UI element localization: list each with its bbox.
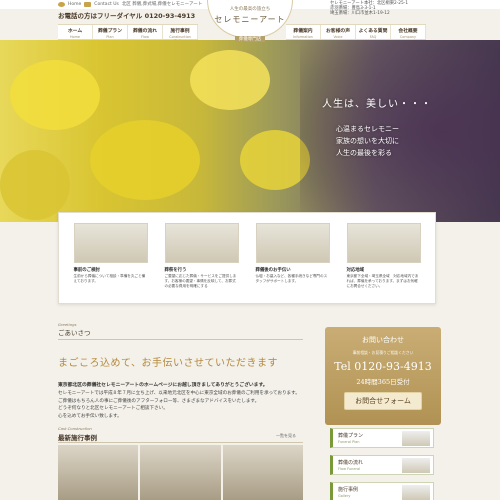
side-flow-button[interactable]: 葬儀の流れ Flow Funeral xyxy=(330,455,434,475)
nav-label: 葬儀プラン xyxy=(98,29,122,34)
greeting-line: 心を込めてお手伝い致します。 xyxy=(58,413,122,419)
feature-title: 事前のご検討 xyxy=(73,268,100,273)
altar-illustration xyxy=(164,223,239,263)
greeting-line: ご葬儀はもちろん人の事にご葬儀後のアフターフォロー等、さまざまなアドバイスをいた… xyxy=(58,398,260,404)
feature-card[interactable]: 葬儀後のお手伝い 仏壇・お墓入など、各種手続きなど専門のスタッフがサポートします… xyxy=(255,223,330,299)
flower-shape xyxy=(10,60,100,130)
side-plan-button[interactable]: 葬儀プラン Funeral Plan xyxy=(330,428,434,448)
nav-company[interactable]: 会社概要 Company xyxy=(391,25,426,39)
hero-shade xyxy=(300,40,500,222)
site-logo[interactable]: 人生の最高の旅立ち セレモニーアート 葬儀専門店 xyxy=(207,0,293,42)
greeting-section: Greetings ごあいさつ まごころ込めて、お手伝いさせていただきます 東京… xyxy=(58,322,318,420)
contact-box: お問い合わせ 事前相談・お見積りご相談ください Tel 0120-93-4913… xyxy=(325,327,441,425)
works-en: Cast Construction xyxy=(58,426,92,431)
free-dial: お電話の方はフリーダイヤル 0120-93-4913 xyxy=(58,10,195,20)
contact-tel[interactable]: Tel 0120-93-4913 xyxy=(325,360,441,373)
branch-list: セレモニーアート本社：北区桐東2-25-1 赤羽斎場：豊島3-3-1-1 埼玉斎… xyxy=(330,1,408,16)
service-features: 事前のご検討 生前から葬儀について相談・準備を丸ごと備えております。 葬祭を行う… xyxy=(58,212,436,304)
contact-hours: 24時間365日受付 xyxy=(356,378,410,386)
nav-plan[interactable]: 葬儀プラン Plan xyxy=(93,25,128,39)
nav-label: 会社概要 xyxy=(398,29,418,34)
hero-line: 人生の最後を彩る xyxy=(336,149,392,157)
nav-label: ホーム xyxy=(67,29,83,34)
works-more-link[interactable]: 一覧を見る xyxy=(276,433,296,439)
hero-line: 心温まるセレモニー xyxy=(336,125,399,133)
contact-form-button[interactable]: お問合せフォーム xyxy=(344,392,422,410)
staff-thumbnail xyxy=(402,458,430,473)
flower-shape xyxy=(90,120,200,200)
greeting-lead: まごころ込めて、お手伝いさせていただきます xyxy=(58,358,278,369)
nav-faq[interactable]: よくある質問 FAQ xyxy=(356,25,391,39)
tel-number[interactable]: 0120-93-4913 xyxy=(145,12,196,20)
main-nav-right: 葬儀案内 Information お客様の声 Voice よくある質問 FAQ 会社概… xyxy=(286,24,426,40)
nav-label: 葬儀の流れ xyxy=(133,29,157,34)
hero-banner: 人生は、美しい・・・ 心温まるセレモニー 家族の想いを大切に 人生の最後を彩る xyxy=(0,40,500,222)
feature-title: 対応地域 xyxy=(346,268,365,273)
feature-text: 仏壇・お墓入など、各種手続きなど専門のスタッフがサポートします。 xyxy=(255,274,328,283)
flowers-thumbnail xyxy=(402,431,430,446)
work-thumbnail[interactable] xyxy=(140,445,221,500)
feature-card[interactable]: 対応地域 東京都下全域・埼玉県全域 対応地域内であれば、葬儀を承っております。ま… xyxy=(346,223,421,299)
nav-sublabel: Home xyxy=(69,35,80,39)
nav-label: お客様の声 xyxy=(326,29,350,34)
main-nav-left: ホーム Home 葬儀プラン Plan 葬儀の流れ Flow 施行事例 Construc… xyxy=(58,24,198,43)
side-gallery-button[interactable]: 施行事例 Gallery xyxy=(330,482,434,500)
contact-title: お問い合わせ xyxy=(362,336,404,344)
feature-text: 東京都下全域・埼玉県全域 対応地域内であれば、葬儀を承っております。まずはお気軽… xyxy=(346,274,419,288)
works-gallery xyxy=(58,445,303,500)
feature-title: 葬儀後のお手伝い xyxy=(255,268,291,273)
work-thumbnail[interactable] xyxy=(58,445,139,500)
greeting-paragraph: セレモニーアートでは平成８年７月に立ち上げ、以来地元北区を中心に東京全域のお葬儀… xyxy=(58,390,318,420)
logo-name: セレモニーアート xyxy=(214,15,286,24)
work-thumbnail[interactable] xyxy=(222,445,303,500)
branch-item: 埼玉斎場：川口市並木1-19-12 xyxy=(330,11,390,16)
consultant-illustration xyxy=(73,223,148,263)
flower-shape xyxy=(0,150,70,220)
nav-sublabel: Company xyxy=(399,35,417,39)
greeting-line: どうぞ何なりと北区セレモニーアートご相談下さい。 xyxy=(58,406,168,411)
site-header: お電話の方はフリーダイヤル 0120-93-4913 セレモニーアート本社：北区… xyxy=(0,0,500,43)
tel-label: お電話の方はフリーダイヤル xyxy=(58,12,143,20)
nav-home[interactable]: ホーム Home xyxy=(58,25,93,39)
greeting-heading: ごあいさつ xyxy=(58,327,303,340)
hero-title: 人生は、美しい・・・ xyxy=(322,99,432,110)
nav-gallery[interactable]: 施行事例Construction Gallery xyxy=(163,25,198,43)
greeting-bold: 東京都北区の葬儀社セレモニーアートのホームページにお越し頂きましてありがとうござ… xyxy=(58,383,268,388)
greeting-line: セレモニーアートでは平成８年７月に立ち上げ、以来地元北区を中心に東京全域のお葬儀… xyxy=(58,391,300,396)
works-heading: 最新施行事例 xyxy=(58,432,303,443)
feature-text: 生前から葬儀について相談・準備を丸ごと備えております。 xyxy=(73,274,146,283)
nav-sublabel: Plan xyxy=(106,35,114,39)
hall-thumbnail xyxy=(402,485,430,500)
nav-sublabel: Flow xyxy=(141,35,149,39)
grave-illustration xyxy=(255,223,330,263)
nav-label: 施行事例 xyxy=(170,29,190,34)
nav-sublabel: Voice xyxy=(333,35,343,39)
feature-card[interactable]: 葬祭を行う ご要望に応じた葬儀・サービスをご提供します。お客様の要望・事情を反映… xyxy=(164,223,239,299)
logo-sub: 葬儀専門店 xyxy=(234,36,266,42)
hero-line: 家族の想いを大切に xyxy=(336,137,399,145)
contact-sub: 事前相談・お見積りご相談ください xyxy=(352,350,414,355)
hero-copy: 心温まるセレモニー 家族の想いを大切に 人生の最後を彩る xyxy=(336,123,399,159)
nav-flow[interactable]: 葬儀の流れ Flow xyxy=(128,25,163,39)
house-illustration xyxy=(346,223,421,263)
nav-voice[interactable]: お客様の声 Voice xyxy=(321,25,356,39)
feature-text: ご要望に応じた葬儀・サービスをご提供します。お客様の要望・事情を反映して、お葬式… xyxy=(164,274,237,288)
feature-title: 葬祭を行う xyxy=(164,268,187,273)
logo-tagline: 人生の最高の旅立ち xyxy=(229,7,271,12)
nav-sublabel: FAQ xyxy=(369,35,377,39)
nav-label: よくある質問 xyxy=(358,29,388,34)
feature-card[interactable]: 事前のご検討 生前から葬儀について相談・準備を丸ごと備えております。 xyxy=(73,223,148,299)
flower-shape xyxy=(190,50,270,110)
